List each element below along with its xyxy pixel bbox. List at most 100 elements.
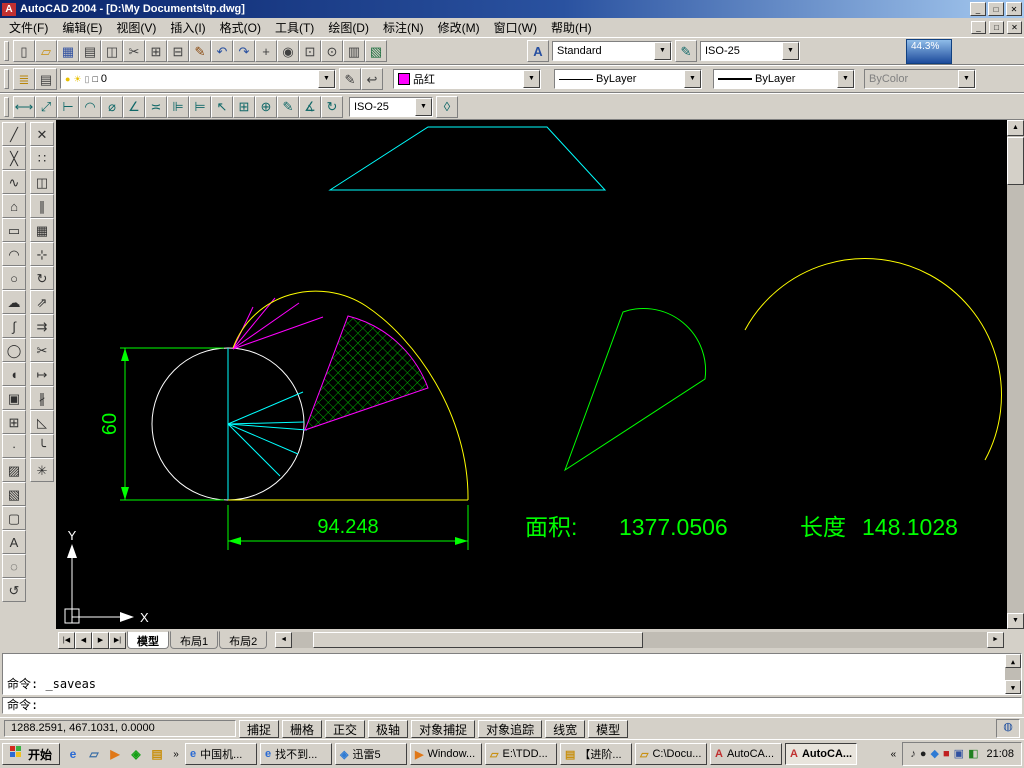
vertical-scroll-thumb[interactable] [1007,137,1024,185]
color-combo[interactable]: 品红 ▼ [393,69,541,89]
toolbar-handle[interactable] [4,69,9,89]
draw-extra-2-icon[interactable]: ↺ [2,578,26,602]
menu-draw[interactable]: 绘图(D) [321,17,376,38]
layer-combo[interactable]: ● ☀ ▯ □ 0 ▼ [60,69,336,89]
baseline-dimension-icon[interactable]: ⊫ [167,95,189,118]
polyline-icon[interactable]: ∿ [2,170,26,194]
cut-icon[interactable]: ✂ [123,40,145,62]
task-browser-1[interactable]: e 中国机... [185,743,258,765]
ordinate-dimension-icon[interactable]: ⊢ [57,95,79,118]
task-folder-1[interactable]: ▱ E:\TDD... [485,743,558,765]
tab-first-icon[interactable]: |◀ [58,631,75,649]
quick-leader-icon[interactable]: ↖ [211,95,233,118]
tab-last-icon[interactable]: ▶| [109,631,126,649]
circle-icon[interactable]: ○ [2,266,26,290]
center-mark-icon[interactable]: ⊕ [255,95,277,118]
stretch-icon[interactable]: ⇉ [30,314,54,338]
trim-icon[interactable]: ✂ [30,338,54,362]
taskbar-clock[interactable]: 21:08 [986,748,1014,760]
dim-style-icon[interactable]: ✎ [675,40,697,62]
draw-extra-1-icon[interactable]: ◌ [2,554,26,578]
radius-dimension-icon[interactable]: ◠ [79,95,101,118]
offset-icon[interactable]: ∥ [30,194,54,218]
toggle-snap[interactable]: 捕捉 [239,719,280,738]
plot-preview-icon[interactable]: ◫ [101,40,123,62]
coordinates-display[interactable]: 1288.2591, 467.1031, 0.0000 [4,720,236,737]
vertical-scrollbar[interactable]: ▲ ▼ [1007,120,1024,629]
match-properties-icon[interactable]: ✎ [189,40,211,62]
menu-modify[interactable]: 修改(M) [431,17,487,38]
polygon-icon[interactable]: ⌂ [2,194,26,218]
task-document[interactable]: ▤ 【进阶... [560,743,633,765]
toggle-grid[interactable]: 栅格 [282,719,323,738]
dimension-edit-icon[interactable]: ✎ [277,95,299,118]
dim-style-combo[interactable]: ISO-25 ▼ [700,41,800,61]
quick-dimension-icon[interactable]: ≍ [145,95,167,118]
fillet-icon[interactable]: ╰ [30,434,54,458]
maximize-button[interactable]: □ [988,2,1004,16]
title-bar[interactable]: A AutoCAD 2004 - [D:\My Documents\tp.dwg… [0,0,1024,18]
tab-layout2[interactable]: 布局2 [219,631,268,649]
toggle-model[interactable]: 模型 [588,719,629,738]
tab-model[interactable]: 模型 [127,631,169,649]
scroll-up-icon[interactable]: ▲ [1007,120,1024,136]
dimension-style-combo[interactable]: ISO-25 ▼ [349,96,433,117]
menu-insert[interactable]: 插入(I) [163,17,212,38]
multiline-text-icon[interactable]: A [2,530,26,554]
arc-icon[interactable]: ◠ [2,242,26,266]
task-browser-2[interactable]: e 找不到... [260,743,333,765]
dropdown-arrow-icon[interactable]: ▼ [415,97,432,116]
text-style-combo[interactable]: Standard ▼ [552,41,672,61]
toolbar-handle[interactable] [4,96,9,117]
linear-dimension-icon[interactable]: ⟷ [13,95,35,118]
ellipse-arc-icon[interactable]: ◖ [2,362,26,386]
spline-icon[interactable]: ∫ [2,314,26,338]
plot-icon[interactable]: ▤ [79,40,101,62]
command-history[interactable]: 命令: _saveas ▲ ▼ [2,653,1022,695]
show-desktop-icon[interactable]: ▱ [84,744,105,764]
undo-icon[interactable]: ↶ [211,40,233,62]
dimension-style-manager-icon[interactable]: ◊ [436,95,458,118]
explorer-icon[interactable]: ▤ [147,744,168,764]
open-icon[interactable]: ▱ [35,40,57,62]
media-player-icon[interactable]: ▶ [105,744,126,764]
continue-dimension-icon[interactable]: ⊨ [189,95,211,118]
antivirus-icon[interactable]: ■ [943,748,950,760]
paste-icon[interactable]: ⊟ [167,40,189,62]
menu-file[interactable]: 文件(F) [2,17,55,38]
designcenter-icon[interactable]: ▧ [365,40,387,62]
toggle-lineweight[interactable]: 线宽 [545,719,586,738]
aligned-dimension-icon[interactable]: ⤢ [35,95,57,118]
task-autocad-2[interactable]: A AutoCA... [785,743,858,765]
zoom-window-icon[interactable]: ⊡ [299,40,321,62]
chamfer-icon[interactable]: ◺ [30,410,54,434]
horizontal-scroll-thumb[interactable] [313,632,644,648]
tab-next-icon[interactable]: ▶ [92,631,109,649]
gradient-icon[interactable]: ▧ [2,482,26,506]
copy-icon[interactable]: ⊞ [145,40,167,62]
pan-icon[interactable]: + [255,40,277,62]
insert-block-icon[interactable]: ▣ [2,386,26,410]
dropdown-arrow-icon[interactable]: ▼ [684,70,701,88]
new-icon[interactable]: ▯ [13,40,35,62]
toggle-polar[interactable]: 极轴 [368,719,409,738]
layer-previous-icon[interactable]: ↩ [361,68,383,90]
revision-cloud-icon[interactable]: ☁ [2,290,26,314]
messenger-icon[interactable]: ◈ [126,744,147,764]
hatch-icon[interactable]: ▨ [2,458,26,482]
properties-icon[interactable]: ▥ [343,40,365,62]
scroll-up-icon[interactable]: ▲ [1005,654,1021,668]
make-object-layer-current-icon[interactable]: ✎ [339,68,361,90]
menu-dimension[interactable]: 标注(N) [376,17,431,38]
layer-properties-manager-icon[interactable]: ≣ [13,68,35,90]
volume-icon[interactable]: ♪ [910,748,916,760]
erase-icon[interactable]: ✕ [30,122,54,146]
toolbar-handle[interactable] [4,41,9,61]
construction-line-icon[interactable]: ╳ [2,146,26,170]
zoom-realtime-icon[interactable]: ◉ [277,40,299,62]
copy-object-icon[interactable]: ∷ [30,146,54,170]
dropdown-arrow-icon[interactable]: ▼ [837,70,854,88]
mdi-minimize-button[interactable]: _ [971,21,986,34]
toggle-ortho[interactable]: 正交 [325,719,366,738]
diameter-dimension-icon[interactable]: ⌀ [101,95,123,118]
